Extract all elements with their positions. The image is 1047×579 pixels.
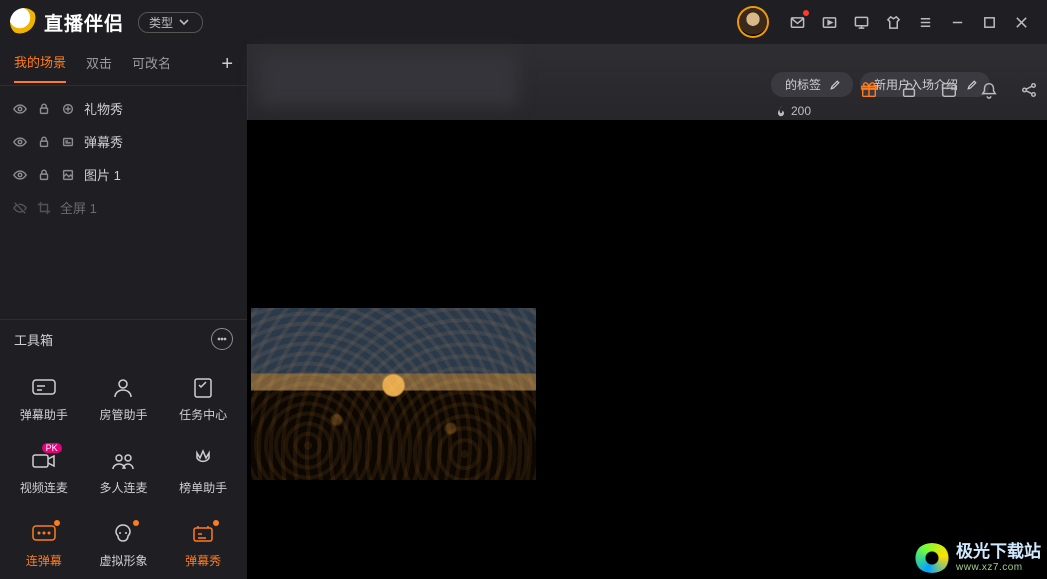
orange-dot	[133, 520, 139, 526]
monitor-icon[interactable]	[851, 12, 871, 32]
layer-danmu-show[interactable]: 弹幕秀	[2, 125, 245, 158]
eye-off-icon[interactable]	[12, 200, 28, 216]
lock-icon[interactable]	[36, 167, 52, 183]
gift-type-icon	[60, 101, 76, 117]
video-play-icon[interactable]	[819, 12, 839, 32]
type-label: 类型	[149, 14, 173, 31]
tool-label: 多人连麦	[99, 479, 147, 496]
eye-icon[interactable]	[12, 134, 28, 150]
bell-icon[interactable]	[979, 80, 999, 100]
tool-danmu-assistant[interactable]: 弹幕助手	[4, 366, 84, 433]
tool-multi-link[interactable]: 多人连麦	[84, 439, 164, 506]
flame-icon	[775, 105, 787, 117]
app-logo: 直播伴侣	[10, 8, 124, 36]
tool-label: 任务中心	[179, 406, 227, 423]
layer-label: 礼物秀	[84, 99, 123, 118]
pk-badge: PK	[42, 443, 62, 453]
layer-image-1[interactable]: 图片 1	[2, 158, 245, 191]
image-type-icon	[60, 167, 76, 183]
tool-label: 榜单助手	[179, 479, 227, 496]
image-thumbnail[interactable]	[251, 308, 536, 480]
eye-icon[interactable]	[12, 101, 28, 117]
tab-renameable[interactable]: 可改名	[132, 53, 171, 82]
tool-label: 连弹幕	[26, 552, 62, 569]
count-value: 200	[775, 104, 811, 118]
tool-lian-danmu[interactable]: 连弹幕	[4, 512, 84, 579]
main-top-bar: 的标签 新用户入场介绍 200	[247, 44, 1047, 120]
tab-my-scene[interactable]: 我的场景	[14, 52, 66, 83]
gift-icon[interactable]	[859, 80, 879, 100]
maximize-button[interactable]	[979, 12, 999, 32]
minimize-button[interactable]	[947, 12, 967, 32]
penguin-icon	[10, 8, 38, 36]
main-area: 的标签 新用户入场介绍 200	[247, 44, 1047, 579]
type-dropdown[interactable]: 类型	[138, 12, 203, 33]
tag-pill-1[interactable]: 的标签	[771, 72, 853, 97]
add-scene-button[interactable]: +	[221, 53, 233, 82]
tool-label: 弹幕助手	[20, 406, 68, 423]
chevron-down-icon	[176, 14, 192, 30]
toolbox-more-button[interactable]	[211, 328, 233, 350]
sidebar: 我的场景 双击 可改名 + 礼物秀 弹幕秀 图片 1	[0, 44, 247, 579]
lock-icon[interactable]	[36, 101, 52, 117]
tab-double-click[interactable]: 双击	[86, 53, 112, 82]
eye-icon[interactable]	[12, 167, 28, 183]
notification-dot	[803, 10, 809, 16]
tool-label: 弹幕秀	[185, 552, 221, 569]
layer-list: 礼物秀 弹幕秀 图片 1 全屏 1	[0, 86, 247, 230]
lock-icon[interactable]	[36, 134, 52, 150]
layer-label: 弹幕秀	[84, 132, 123, 151]
blurred-region	[258, 52, 518, 106]
tool-rank-assistant[interactable]: 榜单助手	[163, 439, 243, 506]
orange-dot	[213, 520, 219, 526]
shirt-icon[interactable]	[883, 12, 903, 32]
tool-room-admin[interactable]: 房管助手	[84, 366, 164, 433]
app-title: 直播伴侣	[44, 9, 124, 36]
danmu-type-icon	[60, 134, 76, 150]
unlock-icon[interactable]	[899, 80, 919, 100]
edit-icon	[829, 79, 841, 91]
menu-icon[interactable]	[915, 12, 935, 32]
mail-icon[interactable]	[787, 12, 807, 32]
layer-fullscreen-1[interactable]: 全屏 1	[2, 191, 245, 224]
preview-canvas[interactable]	[247, 120, 1047, 579]
layer-label: 全屏 1	[60, 198, 97, 217]
share-icon[interactable]	[1019, 80, 1039, 100]
layer-label: 图片 1	[84, 165, 121, 184]
tool-danmu-show[interactable]: 弹幕秀	[163, 512, 243, 579]
toolbox-title: 工具箱	[14, 330, 53, 349]
tool-label: 房管助手	[99, 406, 147, 423]
tag-label: 的标签	[785, 76, 821, 93]
layer-gift-show[interactable]: 礼物秀	[2, 92, 245, 125]
orange-dot	[54, 520, 60, 526]
tool-label: 视频连麦	[20, 479, 68, 496]
tool-label: 虚拟形象	[99, 552, 147, 569]
tool-virtual-avatar[interactable]: 虚拟形象	[84, 512, 164, 579]
tool-video-link[interactable]: PK 视频连麦	[4, 439, 84, 506]
close-button[interactable]	[1011, 12, 1031, 32]
toolbox-grid: 弹幕助手 房管助手 任务中心 PK 视频连麦 多人连麦 榜单助手	[0, 358, 247, 579]
tool-task-center[interactable]: 任务中心	[163, 366, 243, 433]
box-icon[interactable]	[939, 80, 959, 100]
avatar[interactable]	[739, 8, 767, 36]
crop-icon[interactable]	[36, 200, 52, 216]
